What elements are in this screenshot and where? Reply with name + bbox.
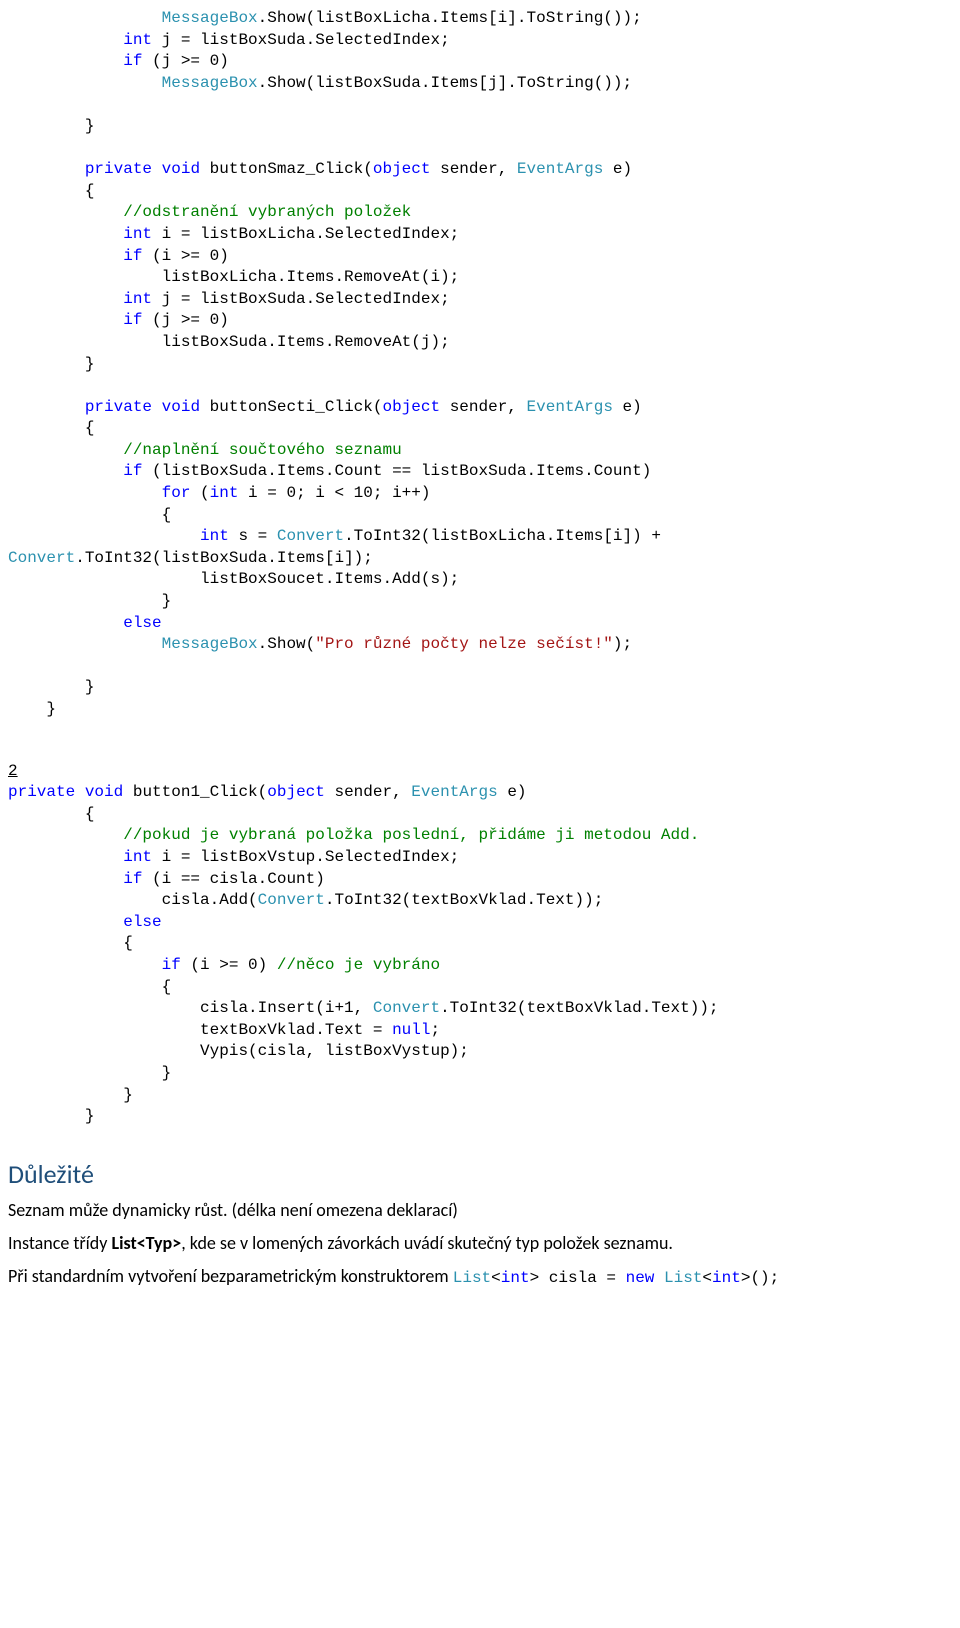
code-text: j = listBoxSuda.SelectedIndex; bbox=[152, 290, 450, 308]
brace: } bbox=[46, 700, 56, 718]
keyword: if bbox=[123, 311, 142, 329]
code-text: listBoxLicha.Items.RemoveAt(i); bbox=[162, 268, 460, 286]
type-token: Convert bbox=[258, 891, 325, 909]
code-text: Vypis(cisla, listBoxVystup); bbox=[200, 1042, 469, 1060]
brace: } bbox=[85, 1107, 95, 1125]
keyword: void bbox=[85, 783, 123, 801]
code-block-1: MessageBox.Show(listBoxLicha.Items[i].To… bbox=[8, 8, 952, 721]
code-text: (j >= 0) bbox=[142, 311, 228, 329]
keyword: void bbox=[162, 160, 200, 178]
code-text: .ToInt32(listBoxSuda.Items[i]); bbox=[75, 549, 373, 567]
code-text: .ToInt32(listBoxLicha.Items[i]) + bbox=[344, 527, 670, 545]
code-text: e) bbox=[498, 783, 527, 801]
keyword: int bbox=[210, 484, 239, 502]
code-text: buttonSmaz_Click( bbox=[200, 160, 373, 178]
brace: } bbox=[85, 678, 95, 696]
code-text: ; bbox=[430, 1021, 440, 1039]
brace: { bbox=[85, 419, 95, 437]
keyword: if bbox=[123, 870, 142, 888]
section-number: 2 bbox=[8, 761, 952, 783]
keyword: if bbox=[123, 52, 142, 70]
keyword: int bbox=[123, 848, 152, 866]
type-token: Convert bbox=[8, 549, 75, 567]
code-text: sender, bbox=[325, 783, 411, 801]
code-text: listBoxSoucet.Items.Add(s); bbox=[200, 570, 459, 588]
keyword: object bbox=[373, 160, 431, 178]
code-text: ( bbox=[190, 484, 209, 502]
brace: } bbox=[162, 592, 172, 610]
keyword: private bbox=[85, 398, 152, 416]
brace: } bbox=[85, 355, 95, 373]
comment: //odstranění vybraných položek bbox=[123, 203, 411, 221]
keyword: int bbox=[123, 31, 152, 49]
type-token: EventArgs bbox=[517, 160, 603, 178]
brace: { bbox=[85, 805, 95, 823]
code-text: cisla.Add( bbox=[162, 891, 258, 909]
brace: } bbox=[85, 117, 95, 135]
code-text: .Show(listBoxLicha.Items[i].ToString()); bbox=[258, 9, 642, 27]
code-text: .Show(listBoxSuda.Items[j].ToString()); bbox=[258, 74, 632, 92]
keyword: object bbox=[382, 398, 440, 416]
type-token: MessageBox bbox=[162, 635, 258, 653]
keyword: void bbox=[162, 398, 200, 416]
keyword: null bbox=[392, 1021, 430, 1039]
type-token: MessageBox bbox=[162, 74, 258, 92]
keyword: if bbox=[123, 247, 142, 265]
keyword: else bbox=[123, 614, 161, 632]
code-text: s = bbox=[229, 527, 277, 545]
keyword: if bbox=[123, 462, 142, 480]
keyword: if bbox=[162, 956, 181, 974]
keyword: int bbox=[123, 225, 152, 243]
heading-important: Důležité bbox=[8, 1158, 952, 1190]
code-text: i = listBoxVstup.SelectedIndex; bbox=[152, 848, 459, 866]
keyword: int bbox=[123, 290, 152, 308]
type-token: EventArgs bbox=[411, 783, 497, 801]
code-text: button1_Click( bbox=[123, 783, 267, 801]
type-token: MessageBox bbox=[162, 9, 258, 27]
keyword: object bbox=[267, 783, 325, 801]
type-token: Convert bbox=[373, 999, 440, 1017]
code-text: (i >= 0) bbox=[142, 247, 228, 265]
brace: { bbox=[162, 978, 172, 996]
code-block-2: private void button1_Click(object sender… bbox=[8, 782, 952, 1128]
brace: { bbox=[85, 182, 95, 200]
code-text: .ToInt32(textBoxVklad.Text)); bbox=[325, 891, 603, 909]
code-text: buttonSecti_Click( bbox=[200, 398, 382, 416]
code-text: (listBoxSuda.Items.Count == listBoxSuda.… bbox=[142, 462, 651, 480]
brace: } bbox=[162, 1064, 172, 1082]
string-literal: "Pro různé počty nelze sečíst!" bbox=[315, 635, 613, 653]
code-text: sender, bbox=[440, 398, 526, 416]
code-text: .Show( bbox=[258, 635, 316, 653]
code-text: cisla.Insert(i+1, bbox=[200, 999, 373, 1017]
type-token: Convert bbox=[277, 527, 344, 545]
keyword: private bbox=[85, 160, 152, 178]
code-text: .ToInt32(textBoxVklad.Text)); bbox=[440, 999, 718, 1017]
code-text: listBoxSuda.Items.RemoveAt(j); bbox=[162, 333, 450, 351]
keyword: private bbox=[8, 783, 75, 801]
code-text: j = listBoxSuda.SelectedIndex; bbox=[152, 31, 450, 49]
paragraph-2: Instance třídy List<Typ>, kde se v lomen… bbox=[8, 1231, 952, 1256]
code-text: e) bbox=[613, 398, 642, 416]
code-text: sender, bbox=[430, 160, 516, 178]
keyword: int bbox=[200, 527, 229, 545]
code-text: i = 0; i < 10; i++) bbox=[238, 484, 430, 502]
brace: { bbox=[162, 506, 172, 524]
code-text: e) bbox=[603, 160, 632, 178]
paragraph-1: Seznam může dynamicky růst. (délka není … bbox=[8, 1198, 952, 1223]
comment: //naplnění součtového seznamu bbox=[123, 441, 401, 459]
code-text: i = listBoxLicha.SelectedIndex; bbox=[152, 225, 459, 243]
type-token: EventArgs bbox=[527, 398, 613, 416]
comment: //pokud je vybraná položka poslední, při… bbox=[123, 826, 699, 844]
code-text: (i == cisla.Count) bbox=[142, 870, 324, 888]
code-text: ); bbox=[613, 635, 632, 653]
code-text: (i >= 0) bbox=[181, 956, 277, 974]
brace: { bbox=[123, 934, 133, 952]
code-text: (j >= 0) bbox=[142, 52, 228, 70]
brace: } bbox=[123, 1086, 133, 1104]
comment: //něco je vybráno bbox=[277, 956, 440, 974]
keyword: for bbox=[162, 484, 191, 502]
paragraph-3: Při standardním vytvoření bezparametrick… bbox=[8, 1264, 952, 1289]
code-text: textBoxVklad.Text = bbox=[200, 1021, 392, 1039]
keyword: else bbox=[123, 913, 161, 931]
